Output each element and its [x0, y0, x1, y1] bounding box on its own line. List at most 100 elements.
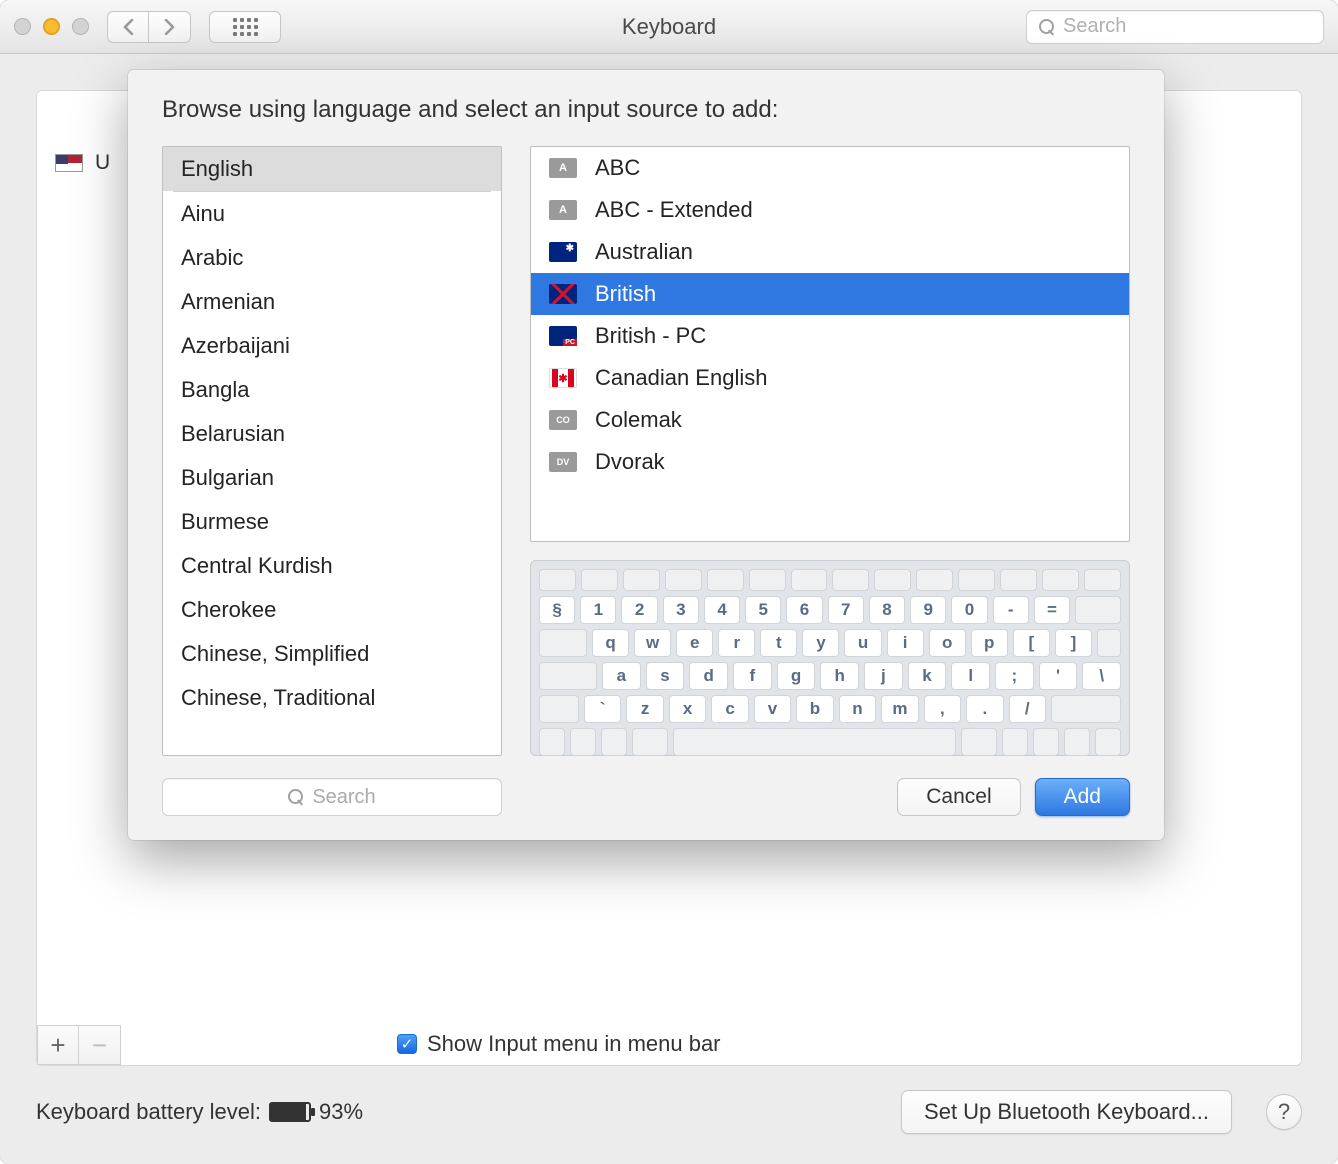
sheet-search[interactable]: Search [162, 778, 502, 816]
language-item[interactable]: Bangla [163, 368, 501, 412]
sheet-prompt: Browse using language and select an inpu… [162, 96, 1130, 124]
language-item[interactable]: Ainu [163, 192, 501, 236]
key: 7 [828, 596, 864, 624]
key: e [676, 629, 713, 657]
input-source-item[interactable]: A ABC - Extended [531, 189, 1129, 231]
remove-source-button[interactable]: − [79, 1025, 121, 1065]
key: f [733, 662, 772, 690]
input-source-label: ABC [595, 155, 640, 181]
input-source-label: ABC - Extended [595, 197, 753, 223]
key: v [754, 695, 791, 723]
sheet-search-placeholder: Search [312, 786, 375, 809]
existing-source-label: U [95, 151, 110, 175]
minimize-window-button[interactable] [43, 18, 60, 35]
key: 5 [745, 596, 781, 624]
input-source-label: Australian [595, 239, 693, 265]
key: k [908, 662, 947, 690]
add-source-button[interactable]: + [37, 1025, 79, 1065]
key: y [802, 629, 839, 657]
input-source-item[interactable]: A ABC [531, 147, 1129, 189]
existing-source-row[interactable]: U [55, 151, 110, 175]
grid-icon [233, 18, 258, 36]
key: l [951, 662, 990, 690]
key [623, 569, 660, 591]
search-icon [1039, 19, 1055, 35]
key: ; [995, 662, 1034, 690]
close-window-button[interactable] [14, 18, 31, 35]
input-source-item[interactable]: CO Colemak [531, 399, 1129, 441]
key: j [864, 662, 903, 690]
key: = [1034, 596, 1070, 624]
layout-icon: CO [549, 410, 577, 430]
us-flag-icon [55, 154, 83, 172]
language-list[interactable]: EnglishAinuArabicArmenianAzerbaijaniBang… [162, 146, 502, 756]
key [916, 569, 953, 591]
input-source-item[interactable]: PC British - PC [531, 315, 1129, 357]
language-item[interactable]: Burmese [163, 500, 501, 544]
preferences-window: Keyboard Search U + − ✓ Show Input menu … [0, 0, 1338, 1164]
layout-icon: A [549, 158, 577, 178]
show-all-button[interactable] [209, 11, 281, 43]
key: h [820, 662, 859, 690]
language-item[interactable]: Belarusian [163, 412, 501, 456]
language-item[interactable]: Central Kurdish [163, 544, 501, 588]
battery-label: Keyboard battery level: [36, 1099, 261, 1125]
key [581, 569, 618, 591]
key [539, 569, 576, 591]
input-source-label: British - PC [595, 323, 706, 349]
input-source-label: Colemak [595, 407, 682, 433]
key [832, 569, 869, 591]
key: c [711, 695, 748, 723]
language-item[interactable]: English [163, 147, 501, 191]
key: x [669, 695, 706, 723]
language-item[interactable]: Azerbaijani [163, 324, 501, 368]
setup-bluetooth-button[interactable]: Set Up Bluetooth Keyboard... [901, 1090, 1232, 1134]
flag-icon [549, 242, 577, 262]
language-item[interactable]: Chinese, Traditional [163, 676, 501, 720]
add-input-source-sheet: Browse using language and select an inpu… [128, 70, 1164, 840]
key: 8 [869, 596, 905, 624]
toolbar-search[interactable]: Search [1026, 10, 1324, 44]
input-source-list[interactable]: A ABC A ABC - Extended Australian British PC Br… [530, 146, 1130, 542]
flag-icon: PC [549, 326, 577, 346]
forward-button[interactable] [149, 11, 191, 43]
key: § [539, 596, 575, 624]
input-source-item[interactable]: ✱Canadian English [531, 357, 1129, 399]
key: / [1009, 695, 1046, 723]
key: 3 [663, 596, 699, 624]
key: ` [584, 695, 621, 723]
input-source-item[interactable]: Australian [531, 231, 1129, 273]
help-button[interactable]: ? [1266, 1094, 1302, 1130]
key: 1 [580, 596, 616, 624]
language-item[interactable]: Cherokee [163, 588, 501, 632]
key [1042, 569, 1079, 591]
key: 0 [951, 596, 987, 624]
key [874, 569, 911, 591]
show-input-menu-row[interactable]: ✓ Show Input menu in menu bar [397, 1031, 721, 1057]
key [749, 569, 786, 591]
language-item[interactable]: Chinese, Simplified [163, 632, 501, 676]
key: t [760, 629, 797, 657]
input-source-item[interactable]: DVDvorak [531, 441, 1129, 483]
language-item[interactable]: Armenian [163, 280, 501, 324]
search-placeholder: Search [1063, 15, 1126, 38]
key: s [646, 662, 685, 690]
language-item[interactable]: Arabic [163, 236, 501, 280]
battery-icon [269, 1102, 311, 1122]
cancel-button[interactable]: Cancel [897, 778, 1020, 816]
back-button[interactable] [107, 11, 149, 43]
battery-status: Keyboard battery level: 93% [36, 1099, 363, 1125]
layout-icon: A [549, 200, 577, 220]
key: ] [1055, 629, 1092, 657]
key: , [924, 695, 961, 723]
add-button[interactable]: Add [1035, 778, 1130, 816]
key: 9 [910, 596, 946, 624]
zoom-window-button[interactable] [72, 18, 89, 35]
key [1084, 569, 1121, 591]
key: 4 [704, 596, 740, 624]
key: - [993, 596, 1029, 624]
key: q [592, 629, 629, 657]
key: a [602, 662, 641, 690]
language-item[interactable]: Bulgarian [163, 456, 501, 500]
input-source-item[interactable]: British [531, 273, 1129, 315]
